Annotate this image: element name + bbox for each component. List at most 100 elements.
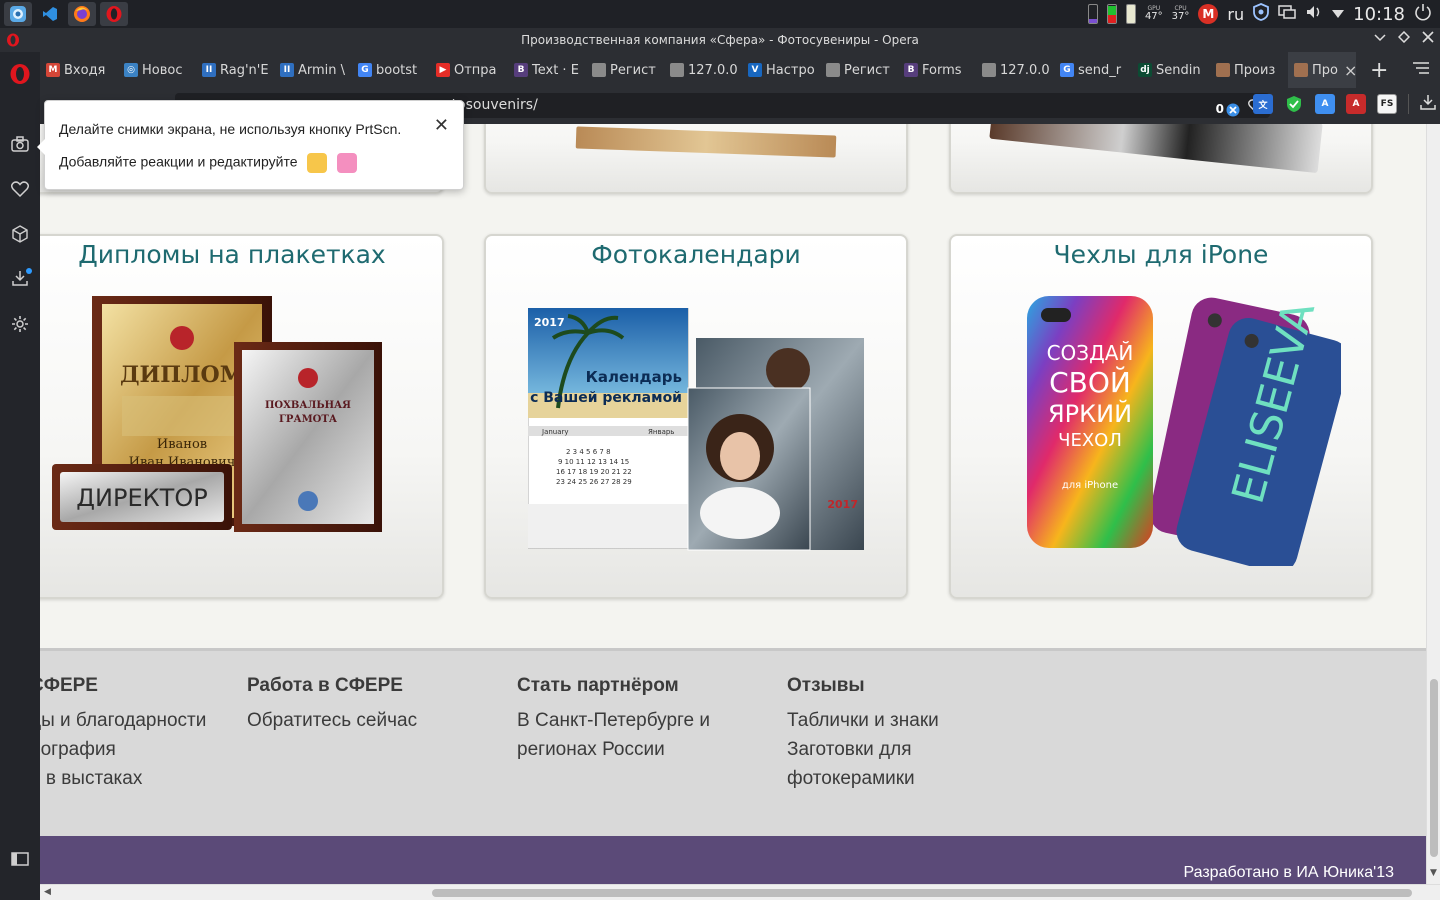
opera-app-icon[interactable] — [100, 2, 128, 26]
product-card-partial[interactable] — [949, 124, 1373, 194]
language-extension-icon[interactable]: A — [1315, 94, 1335, 114]
svg-text:ДИРЕКТОР: ДИРЕКТОР — [76, 484, 207, 512]
browser-tab[interactable]: II Armin \ — [274, 52, 352, 88]
downloads-icon[interactable] — [8, 266, 32, 290]
shield-check-extension-icon[interactable] — [1284, 94, 1304, 114]
camera-icon[interactable] — [8, 132, 32, 156]
tab-label: Forms — [922, 62, 962, 78]
cpu-temperature: CPU 37° — [1171, 5, 1190, 22]
footer-link[interactable]: Заготовки для — [787, 735, 939, 764]
vscode-app-icon[interactable] — [36, 2, 64, 26]
adblock-count[interactable]: 0 — [1216, 97, 1240, 122]
product-card-iphone-cases[interactable]: Чехлы для iPone ELISEEVA СОЗДАЙ СВОЙ ЯРК… — [949, 234, 1373, 599]
browser-tab[interactable]: II Rag'n'E — [196, 52, 274, 88]
footer-heading[interactable]: Стать партнёром — [517, 675, 710, 697]
trello-icon: II — [202, 63, 216, 77]
keyboard-layout[interactable]: ru — [1227, 5, 1244, 24]
scroll-down-arrow-icon[interactable]: ▼ — [1430, 868, 1437, 878]
heart-icon[interactable] — [8, 177, 32, 201]
footer-link[interactable]: е в выстаках — [40, 764, 206, 793]
footer-link[interactable]: ды и благодарности — [40, 706, 206, 735]
page-icon — [670, 63, 684, 77]
browser-tab[interactable]: Gsend_r — [1054, 52, 1132, 88]
download-icon[interactable] — [1420, 93, 1436, 115]
svg-text:ЧЕХОЛ: ЧЕХОЛ — [1058, 430, 1122, 451]
tab-menu-icon[interactable] — [1412, 60, 1430, 79]
browser-tab[interactable]: M Входя — [40, 52, 118, 88]
card-title[interactable]: Фотокалендари — [486, 240, 906, 269]
browser-tab[interactable]: dj Sendin — [1132, 52, 1210, 88]
minimize-icon[interactable] — [1374, 31, 1386, 47]
footer-link[interactable]: В Санкт-Петербурге и — [517, 706, 710, 735]
sidebar-toggle-icon[interactable] — [8, 847, 32, 871]
django-icon: dj — [1138, 63, 1152, 77]
scroll-left-arrow-icon[interactable]: ◀ — [44, 887, 51, 897]
volume-icon[interactable] — [1305, 4, 1323, 24]
diploma-plaques-image: ДИПЛОМ Иванов Иван Иванович ПОХВАЛЬНАЯ Г… — [52, 296, 382, 532]
card-title[interactable]: Чехлы для iPone — [951, 240, 1371, 269]
browser-tab[interactable]: Регист — [586, 52, 664, 88]
footer-link[interactable]: Обратитесь сейчас — [247, 706, 417, 735]
memory-meter-icon — [1087, 4, 1098, 24]
notification-dot — [26, 268, 32, 274]
svg-text:СОЗДАЙ: СОЗДАЙ — [1047, 341, 1134, 365]
vuetify-icon: V — [748, 63, 762, 77]
settings-gear-icon[interactable] — [8, 312, 32, 336]
browser-tab[interactable]: B Forms — [898, 52, 976, 88]
browser-tab[interactable]: ▶ Отпра — [430, 52, 508, 88]
network-icon[interactable] — [1278, 4, 1296, 24]
footer-link[interactable]: еография — [40, 735, 206, 764]
vertical-scrollbar[interactable]: ▼ — [1426, 124, 1440, 884]
cube-icon[interactable] — [8, 222, 32, 246]
browser-tab[interactable]: V Настро — [742, 52, 820, 88]
font-extension-icon[interactable]: A — [1346, 94, 1366, 114]
horizontal-scrollbar[interactable]: ◀ — [40, 884, 1440, 900]
close-popup-icon[interactable]: ✕ — [434, 115, 449, 136]
page-icon — [982, 63, 996, 77]
opera-logo-icon — [6, 33, 20, 50]
tray-expand-icon[interactable] — [1332, 7, 1345, 22]
browser-tab[interactable]: Gbootst — [352, 52, 430, 88]
finder-app-icon[interactable] — [4, 2, 32, 26]
power-icon[interactable] — [1414, 3, 1432, 25]
card-title[interactable]: Дипломы на плакетках — [40, 240, 442, 269]
browser-tab[interactable]: 127.0.0 — [976, 52, 1054, 88]
close-window-icon[interactable] — [1422, 31, 1434, 47]
svg-text:ЯРКИЙ: ЯРКИЙ — [1048, 399, 1132, 428]
new-tab-button[interactable]: + — [1370, 58, 1388, 83]
shield-icon[interactable] — [1253, 3, 1270, 25]
product-card-calendars[interactable]: Фотокалендари 2017 Календарь с Вашей рек… — [484, 234, 908, 599]
google-icon: G — [358, 63, 372, 77]
swap-meter-icon — [1125, 4, 1136, 24]
browser-tab[interactable]: Про × — [1288, 52, 1356, 88]
clock[interactable]: 10:18 — [1353, 4, 1405, 25]
browser-tab[interactable]: B Text · E — [508, 52, 586, 88]
opera-menu-icon[interactable] — [8, 62, 32, 86]
product-card-diplomas[interactable]: Дипломы на плакетках ДИПЛОМ Иванов Иван … — [40, 234, 444, 599]
developer-credit[interactable]: Разработано в ИА Юника'13 — [1183, 864, 1394, 882]
maximize-icon[interactable] — [1397, 30, 1411, 47]
gmail-icon: M — [46, 63, 60, 77]
footer-link[interactable]: Таблички и знаки — [787, 706, 939, 735]
firefox-app-icon[interactable] — [68, 2, 96, 26]
footer-heading[interactable]: Работа в СФЕРЕ — [247, 675, 417, 697]
footer-heading[interactable]: СФЕРЕ — [40, 675, 206, 697]
svg-text:January: January — [541, 428, 569, 436]
browser-tab[interactable]: Произ — [1210, 52, 1288, 88]
footer-link[interactable]: регионах России — [517, 735, 710, 764]
gmail-tray-icon[interactable]: M — [1198, 4, 1219, 24]
fs-extension-icon[interactable]: FS — [1377, 94, 1397, 114]
tab-label: Настро — [766, 62, 815, 78]
browser-tab[interactable]: Регист — [820, 52, 898, 88]
close-tab-icon[interactable]: × — [1344, 61, 1356, 80]
google-icon: G — [1060, 63, 1074, 77]
vertical-scroll-thumb[interactable] — [1430, 679, 1438, 857]
iphone-cases-image: ELISEEVA СОЗДАЙ СВОЙ ЯРКИЙ ЧЕХОЛ для iPh… — [1027, 296, 1341, 566]
horizontal-scroll-thumb[interactable] — [432, 889, 1412, 897]
browser-tab[interactable]: 127.0.0 — [664, 52, 742, 88]
product-card-partial[interactable] — [484, 124, 908, 194]
footer-link[interactable]: фотокерамики — [787, 764, 939, 793]
footer-heading[interactable]: Отзывы — [787, 675, 939, 697]
translate-extension-icon[interactable]: 文 — [1253, 94, 1273, 114]
browser-tab[interactable]: ◎ Новос — [118, 52, 196, 88]
